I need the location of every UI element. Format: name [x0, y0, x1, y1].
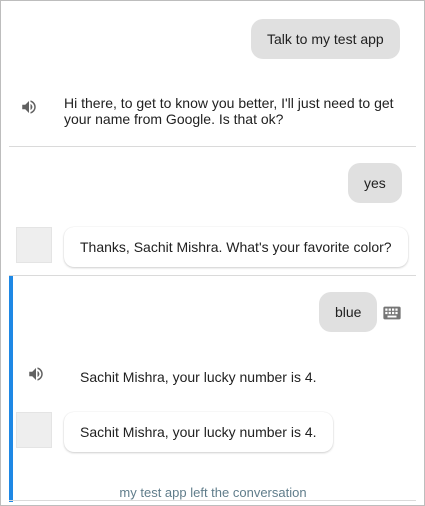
user-message-bubble: blue	[319, 292, 378, 332]
turn-divider	[9, 146, 416, 147]
agent-avatar	[16, 412, 52, 448]
agent-speech-text: Hi there, to get to know you better, I'l…	[64, 95, 394, 127]
agent-speech-text: Sachit Mishra, your lucky number is 4.	[80, 369, 317, 385]
user-message-bubble: Talk to my test app	[251, 19, 400, 59]
speaker-icon[interactable]	[20, 98, 38, 116]
keyboard-icon[interactable]	[383, 306, 401, 320]
speaker-icon[interactable]	[27, 365, 45, 383]
agent-avatar	[16, 227, 52, 263]
bottom-divider	[9, 500, 416, 501]
conversation-ended-message: my test app left the conversation	[119, 485, 307, 500]
agent-response-card: Sachit Mishra, your lucky number is 4.	[64, 412, 333, 452]
user-message-bubble: yes	[348, 163, 402, 203]
agent-response-card: Thanks, Sachit Mishra. What's your favor…	[64, 227, 408, 267]
conversation-window: Talk to my test app Hi there, to get to …	[0, 0, 425, 506]
